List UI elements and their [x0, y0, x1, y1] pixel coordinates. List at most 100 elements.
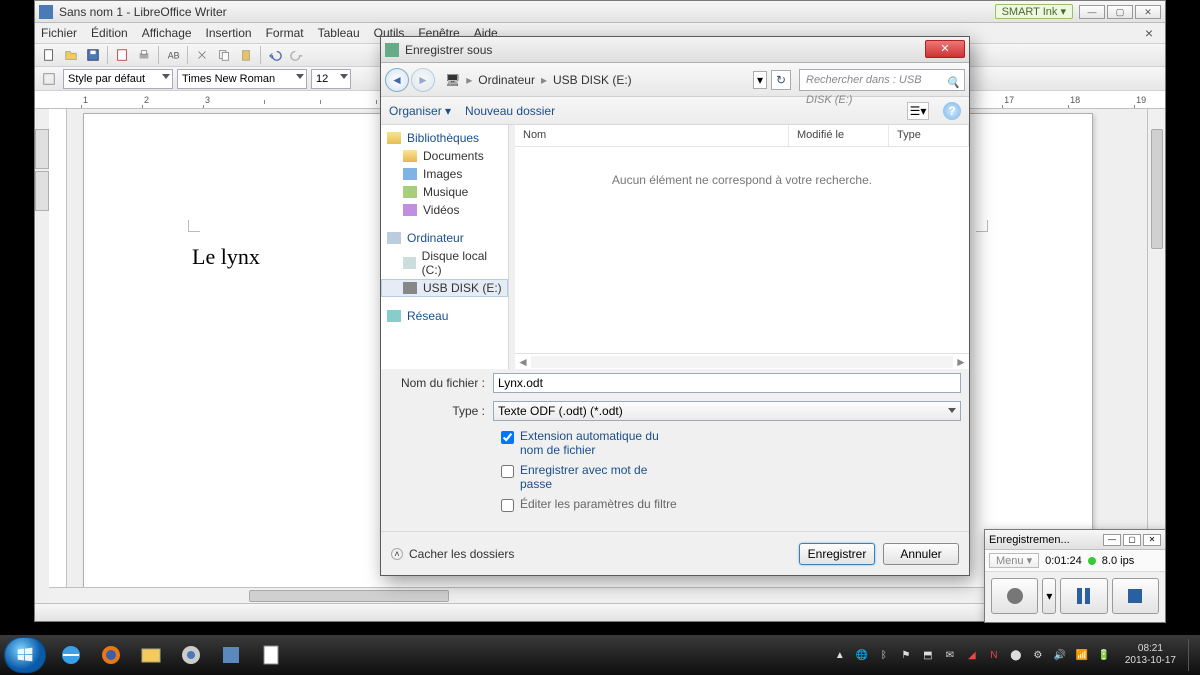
stop-button[interactable] [1112, 578, 1159, 614]
file-list-scrollbar[interactable]: ◄► [515, 353, 969, 369]
option-filter-settings[interactable]: Éditer les paramètres du filtre [501, 497, 681, 512]
tree-music[interactable]: Musique [381, 183, 508, 201]
show-desktop-button[interactable] [1188, 639, 1196, 671]
export-pdf-icon[interactable] [112, 45, 132, 65]
taskbar-clock[interactable]: 08:21 2013-10-17 [1125, 643, 1176, 667]
breadcrumb-dropdown[interactable]: ▾ [753, 71, 767, 89]
font-size-select[interactable]: 12 [311, 69, 351, 89]
view-mode-button[interactable]: ☰▾ [907, 102, 929, 120]
tree-videos[interactable]: Vidéos [381, 201, 508, 219]
menu-table[interactable]: Tableau [318, 26, 360, 40]
option-auto-extension[interactable]: Extension automatique du nom de fichier [501, 429, 681, 457]
start-button[interactable] [4, 637, 46, 673]
record-dropdown[interactable]: ▾ [1042, 578, 1056, 614]
tray-icon[interactable]: ⚙ [1031, 648, 1045, 662]
record-button[interactable] [991, 578, 1038, 614]
tray-antivirus-icon[interactable]: ◢ [965, 648, 979, 662]
folder-tree[interactable]: Bibliothèques Documents Images Musique V… [381, 125, 509, 369]
filename-input[interactable] [493, 373, 961, 393]
document-text[interactable]: Le lynx [192, 244, 260, 270]
tree-documents[interactable]: Documents [381, 147, 508, 165]
tree-images[interactable]: Images [381, 165, 508, 183]
column-name[interactable]: Nom [515, 125, 789, 146]
styles-icon[interactable] [39, 69, 59, 89]
menu-view[interactable]: Affichage [142, 26, 192, 40]
file-list[interactable]: Nom Modifié le Type Aucun élément ne cor… [515, 125, 969, 369]
vertical-scrollbar[interactable] [1147, 109, 1165, 587]
tray-icon[interactable]: ✉ [943, 648, 957, 662]
taskbar-explorer-icon[interactable] [132, 639, 170, 671]
help-button[interactable]: ? [943, 102, 961, 120]
tray-battery-icon[interactable]: 🔋 [1097, 648, 1111, 662]
tree-libraries[interactable]: Bibliothèques [381, 129, 508, 147]
breadcrumb-item[interactable]: Ordinateur [478, 73, 535, 87]
save-button[interactable]: Enregistrer [799, 543, 875, 565]
taskbar-libreoffice-icon[interactable] [252, 639, 290, 671]
taskbar-ie-icon[interactable] [52, 639, 90, 671]
tray-icon[interactable]: ⬒ [921, 648, 935, 662]
dialog-close-button[interactable]: ✕ [925, 40, 965, 58]
refresh-button[interactable]: ↻ [771, 70, 791, 90]
close-document-button[interactable]: × [1139, 25, 1159, 41]
tray-wifi-icon[interactable]: 📶 [1075, 648, 1089, 662]
nav-forward-button[interactable]: ► [411, 68, 435, 92]
tray-volume-icon[interactable]: 🔊 [1053, 648, 1067, 662]
redo-icon[interactable] [287, 45, 307, 65]
print-icon[interactable] [134, 45, 154, 65]
nav-back-button[interactable]: ◄ [385, 68, 409, 92]
tree-local-disk[interactable]: Disque local (C:) [381, 247, 508, 279]
option-password[interactable]: Enregistrer avec mot de passe [501, 463, 681, 491]
side-panel-tabs[interactable] [35, 129, 49, 211]
tray-icon[interactable]: ⬤ [1009, 648, 1023, 662]
tree-network[interactable]: Réseau [381, 307, 508, 325]
horizontal-scrollbar[interactable] [49, 587, 1147, 603]
cut-icon[interactable] [192, 45, 212, 65]
breadcrumb-item[interactable]: USB DISK (E:) [553, 73, 632, 87]
tray-icon[interactable]: ▲ [833, 648, 847, 662]
column-type[interactable]: Type [889, 125, 969, 146]
save-icon[interactable] [83, 45, 103, 65]
tree-usb-disk[interactable]: USB DISK (E:) [381, 279, 508, 297]
copy-icon[interactable] [214, 45, 234, 65]
font-name-select[interactable]: Times New Roman [177, 69, 307, 89]
menu-edit[interactable]: Édition [91, 26, 128, 40]
new-folder-button[interactable]: Nouveau dossier [465, 104, 555, 118]
vertical-ruler[interactable] [49, 109, 67, 603]
pause-button[interactable] [1060, 578, 1107, 614]
organize-button[interactable]: Organiser ▾ [389, 104, 451, 118]
spellcheck-icon[interactable]: ABC [163, 45, 183, 65]
tray-icon[interactable]: ⚑ [899, 648, 913, 662]
tree-computer[interactable]: Ordinateur [381, 229, 508, 247]
tray-icon[interactable]: N [987, 648, 1001, 662]
taskbar-firefox-icon[interactable] [92, 639, 130, 671]
cancel-button[interactable]: Annuler [883, 543, 959, 565]
taskbar-chrome-icon[interactable] [172, 639, 210, 671]
minimize-button[interactable]: — [1079, 5, 1105, 19]
close-button[interactable]: ✕ [1135, 5, 1161, 19]
new-doc-icon[interactable] [39, 45, 59, 65]
tray-network-icon[interactable]: 🌐 [855, 648, 869, 662]
menu-file[interactable]: Fichier [41, 26, 77, 40]
tray-bluetooth-icon[interactable]: ᛒ [877, 648, 891, 662]
breadcrumb[interactable]: 🖥 ▸ Ordinateur ▸ USB DISK (E:) [445, 73, 632, 87]
dialog-title-bar[interactable]: Enregistrer sous ✕ [381, 37, 969, 63]
taskbar-app-icon[interactable] [212, 639, 250, 671]
recorder-maximize[interactable]: ▢ [1123, 534, 1141, 546]
recorder-minimize[interactable]: — [1103, 534, 1121, 546]
paste-icon[interactable] [236, 45, 256, 65]
recorder-menu[interactable]: Menu ▾ [989, 553, 1039, 568]
filetype-select[interactable]: Texte ODF (.odt) (*.odt) [493, 401, 961, 421]
column-modified[interactable]: Modifié le [789, 125, 889, 146]
recorder-close[interactable]: ✕ [1143, 534, 1161, 546]
menu-format[interactable]: Format [266, 26, 304, 40]
undo-icon[interactable] [265, 45, 285, 65]
menu-insert[interactable]: Insertion [206, 26, 252, 40]
recorder-title-bar[interactable]: Enregistremen... — ▢ ✕ [985, 530, 1165, 550]
file-list-header[interactable]: Nom Modifié le Type [515, 125, 969, 147]
smart-ink-button[interactable]: SMART Ink ▾ [995, 4, 1073, 19]
maximize-button[interactable]: ▢ [1107, 5, 1133, 19]
open-icon[interactable] [61, 45, 81, 65]
hide-folders-link[interactable]: ˄Cacher les dossiers [391, 547, 514, 561]
search-input[interactable]: Rechercher dans : USB DISK (E:) 🔍 [799, 69, 965, 91]
paragraph-style-select[interactable]: Style par défaut [63, 69, 173, 89]
